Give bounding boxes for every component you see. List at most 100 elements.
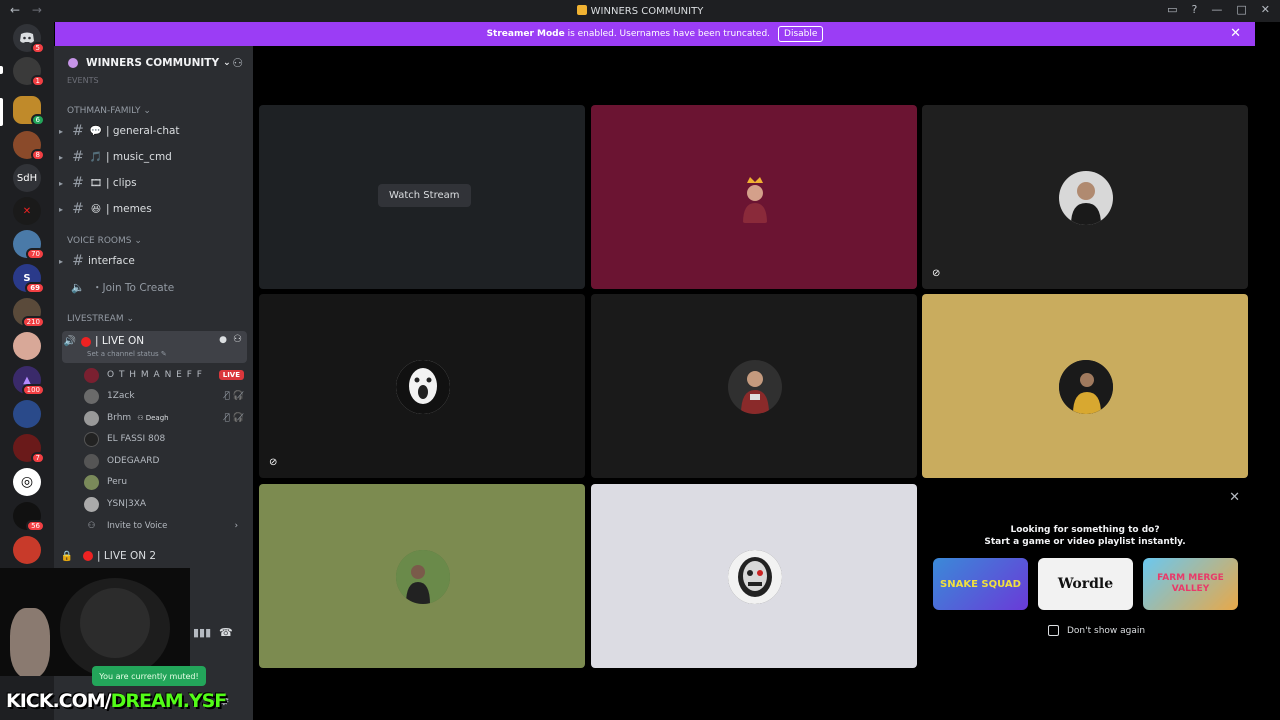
mute-deafen-icons: 🎙̸ 🎧̸ <box>224 413 244 423</box>
category-othman-family[interactable]: OTHMAN-FAMILY ⌄ <box>54 106 151 116</box>
text-channel-icon: # <box>72 201 84 217</box>
discord-home-icon[interactable]: 5 <box>13 24 45 54</box>
category-livestream[interactable]: LIVESTREAM ⌄ <box>54 314 134 324</box>
server-icon[interactable] <box>13 400 41 428</box>
guild-header[interactable]: WINNERS COMMUNITY ⌄ ⚇ <box>54 46 253 80</box>
activity-heading: Looking for something to do? <box>1010 525 1160 535</box>
stream-overlay-link: KICK.COM/DREAM.YSF <box>6 690 227 712</box>
chevron-right-icon: › <box>234 521 238 531</box>
red-circle-icon <box>83 551 93 561</box>
invite-people-icon[interactable]: ⚇ <box>232 56 243 70</box>
server-icon[interactable]: ◎ <box>13 468 41 496</box>
dont-show-again-checkbox[interactable]: Don't show again <box>1048 625 1145 636</box>
channel-status[interactable]: Set a channel status ✎ <box>87 350 167 358</box>
participant-tile[interactable] <box>591 294 917 478</box>
server-icon[interactable]: S 69 <box>13 264 45 294</box>
title-bar: ← → WINNERS COMMUNITY ▭ ? — □ ✕ <box>0 0 1280 22</box>
server-icon[interactable]: 7 <box>13 434 45 464</box>
add-user-icon: ⚇ <box>87 521 96 531</box>
member-tag: ⚇ Deagh <box>137 414 169 422</box>
game-wordle[interactable]: Wordle <box>1038 558 1133 610</box>
participant-tile[interactable] <box>591 105 917 289</box>
checkbox[interactable] <box>1048 625 1059 636</box>
channel-live-on[interactable]: 🔊 | LIVE ON Set a channel status ✎ ● ⚇ <box>62 331 247 363</box>
participant-tile[interactable]: ⊘ <box>922 105 1248 289</box>
red-circle-icon <box>81 337 91 347</box>
channel-clips[interactable]: ▸ # 🎞 | clips <box>54 173 253 193</box>
server-icon[interactable]: 210 <box>13 298 45 328</box>
maximize-button[interactable]: □ <box>1236 3 1246 16</box>
avatar <box>396 360 450 414</box>
channel-music-cmd[interactable]: ▸ # 🎵 | music_cmd <box>54 147 253 167</box>
channel-general-chat[interactable]: ▸ # 💬 | general-chat <box>54 121 253 141</box>
participant-tile[interactable] <box>591 484 917 668</box>
channel-memes[interactable]: ▸ # 😆 | memes <box>54 199 253 219</box>
webcam-overlay <box>0 568 190 676</box>
mute-deafen-icons: 🎙̸ 🎧̸ <box>224 391 244 401</box>
muted-video-icon: ⊘ <box>269 457 278 468</box>
close-window-button[interactable]: ✕ <box>1261 3 1270 16</box>
channel-interface[interactable]: ▸ # interface <box>54 251 253 271</box>
server-icon[interactable]: ✕ <box>13 197 41 225</box>
muted-toast: You are currently muted! <box>92 666 206 686</box>
voice-member[interactable]: O T H M A N E F F LIVE <box>84 365 244 385</box>
voice-member[interactable]: Brhm ⚇ Deagh 🎙̸ 🎧̸ <box>84 408 244 428</box>
avatar <box>1059 171 1113 225</box>
participant-tile[interactable] <box>922 294 1248 478</box>
stream-tile[interactable]: Watch Stream <box>259 105 585 289</box>
server-icon[interactable]: 8 <box>13 131 45 161</box>
speaker-icon: 🔈 <box>71 280 85 294</box>
avatar <box>84 410 99 426</box>
invite-user-icon[interactable]: ⚇ <box>233 334 242 345</box>
disable-streamer-mode-button[interactable]: Disable <box>778 26 824 42</box>
voice-member[interactable]: EL FASSI 808 <box>84 429 244 449</box>
avatar <box>84 496 99 512</box>
channel-join-to-create[interactable]: 🔈 ・Join To Create <box>54 277 253 297</box>
server-icon[interactable]: 1 <box>13 57 45 87</box>
channel-live-on-2[interactable]: 🔒 | LIVE ON 2 <box>54 546 253 566</box>
close-banner-icon[interactable]: ✕ <box>1230 26 1241 41</box>
text-channel-icon: # <box>72 149 84 165</box>
participant-tile[interactable]: ⊘ <box>259 294 585 478</box>
voice-member[interactable]: 1Zack 🎙̸ 🎧̸ <box>84 386 244 406</box>
server-icon[interactable] <box>13 536 41 564</box>
game-snake-squad[interactable]: SNAKE SQUAD <box>933 558 1028 610</box>
help-icon[interactable]: ? <box>1192 3 1198 16</box>
category-voice-rooms[interactable]: VOICE ROOMS ⌄ <box>54 236 142 246</box>
activity-suggestion-panel: ✕ Looking for something to do? Start a g… <box>922 484 1248 668</box>
window-title: WINNERS COMMUNITY <box>0 5 1280 17</box>
chat-bubble-icon[interactable]: ● <box>219 335 227 345</box>
voice-member[interactable]: ODEGAARD <box>84 451 244 471</box>
voice-member[interactable]: Peru <box>84 472 244 492</box>
server-icon[interactable]: ▲ 100 <box>13 366 45 396</box>
server-icon[interactable] <box>13 332 41 360</box>
avatar <box>84 474 99 490</box>
avatar <box>84 431 99 447</box>
server-icon[interactable]: 70 <box>13 230 45 260</box>
banner-bold-text: Streamer Mode <box>486 29 565 39</box>
server-sdh[interactable]: SdH <box>13 164 41 192</box>
disconnect-icon[interactable]: ☎ <box>219 626 233 639</box>
guild-icon <box>68 58 78 68</box>
speaker-icon: 🔊 <box>63 336 77 347</box>
watch-stream-button[interactable]: Watch Stream <box>378 184 471 207</box>
minimize-button[interactable]: — <box>1211 3 1222 16</box>
winners-community-server-icon[interactable]: 6 <box>13 96 45 126</box>
avatar <box>84 367 99 383</box>
events-item[interactable]: EVENTS <box>54 76 99 85</box>
participant-tile[interactable] <box>259 484 585 668</box>
app-icon <box>576 5 587 15</box>
soundboard-icon[interactable]: ▮▮▮ <box>193 626 211 639</box>
text-channel-icon: # <box>72 123 84 139</box>
invite-to-voice[interactable]: ⚇ Invite to Voice › <box>84 516 244 536</box>
inbox-icon[interactable]: ▭ <box>1167 3 1177 16</box>
avatar <box>728 550 782 604</box>
game-farm-merge-valley[interactable]: FARM MERGE VALLEY <box>1143 558 1238 610</box>
voice-member[interactable]: YSN|3XA <box>84 494 244 514</box>
window-controls: ▭ ? — □ ✕ <box>1167 3 1270 16</box>
avatar <box>728 360 782 414</box>
close-icon[interactable]: ✕ <box>1229 490 1240 505</box>
server-icon[interactable]: 56 <box>13 502 45 532</box>
muted-video-icon: ⊘ <box>932 268 941 279</box>
avatar <box>1059 360 1113 414</box>
